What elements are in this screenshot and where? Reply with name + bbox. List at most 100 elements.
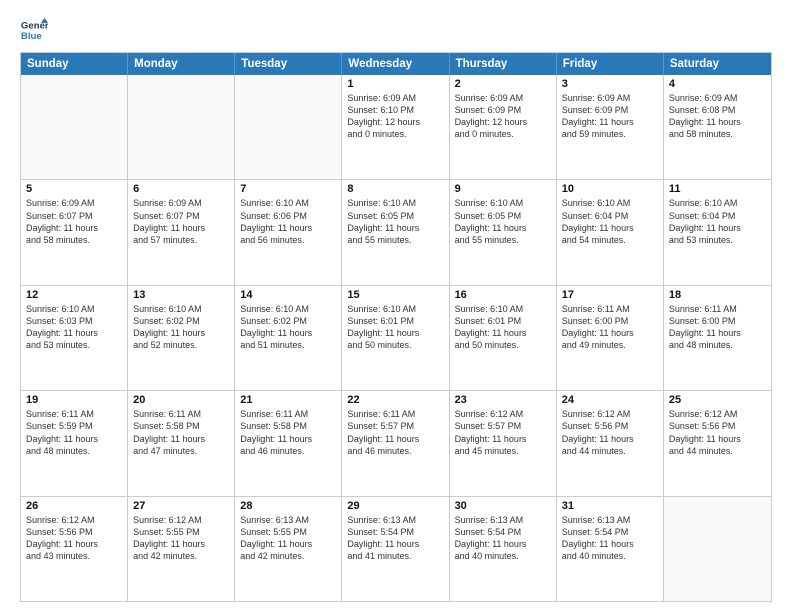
day-number: 4 bbox=[669, 78, 766, 90]
calendar-row: 1Sunrise: 6:09 AMSunset: 6:10 PMDaylight… bbox=[21, 75, 771, 179]
weekday-header: Sunday bbox=[21, 53, 128, 75]
weekday-header: Saturday bbox=[664, 53, 771, 75]
calendar-cell: 9Sunrise: 6:10 AMSunset: 6:05 PMDaylight… bbox=[450, 180, 557, 284]
cell-info-line: Sunset: 5:58 PM bbox=[133, 420, 229, 432]
header: General Blue bbox=[20, 16, 772, 44]
cell-info-line: Sunset: 6:01 PM bbox=[455, 315, 551, 327]
cell-info-line: and 49 minutes. bbox=[562, 339, 658, 351]
cell-info-line: Daylight: 11 hours bbox=[562, 116, 658, 128]
cell-info-line: Sunrise: 6:12 AM bbox=[26, 514, 122, 526]
calendar-cell: 11Sunrise: 6:10 AMSunset: 6:04 PMDayligh… bbox=[664, 180, 771, 284]
cell-info-line: and 45 minutes. bbox=[455, 445, 551, 457]
calendar-cell: 16Sunrise: 6:10 AMSunset: 6:01 PMDayligh… bbox=[450, 286, 557, 390]
calendar-cell: 30Sunrise: 6:13 AMSunset: 5:54 PMDayligh… bbox=[450, 497, 557, 601]
cell-info-line: Sunset: 5:56 PM bbox=[26, 526, 122, 538]
cell-info-line: and 0 minutes. bbox=[455, 128, 551, 140]
calendar-cell: 13Sunrise: 6:10 AMSunset: 6:02 PMDayligh… bbox=[128, 286, 235, 390]
page: General Blue SundayMondayTuesdayWednesda… bbox=[0, 0, 792, 612]
cell-info-line: Sunrise: 6:10 AM bbox=[562, 197, 658, 209]
cell-info-line: Daylight: 11 hours bbox=[347, 327, 443, 339]
cell-info-line: and 59 minutes. bbox=[562, 128, 658, 140]
cell-info-line: Sunrise: 6:10 AM bbox=[669, 197, 766, 209]
calendar-cell: 27Sunrise: 6:12 AMSunset: 5:55 PMDayligh… bbox=[128, 497, 235, 601]
calendar-cell: 2Sunrise: 6:09 AMSunset: 6:09 PMDaylight… bbox=[450, 75, 557, 179]
cell-info-line: Sunrise: 6:13 AM bbox=[455, 514, 551, 526]
calendar-cell: 10Sunrise: 6:10 AMSunset: 6:04 PMDayligh… bbox=[557, 180, 664, 284]
cell-info-line: Sunrise: 6:11 AM bbox=[26, 408, 122, 420]
day-number: 27 bbox=[133, 500, 229, 512]
weekday-header: Monday bbox=[128, 53, 235, 75]
cell-info-line: Sunset: 5:54 PM bbox=[562, 526, 658, 538]
day-number: 12 bbox=[26, 289, 122, 301]
cell-info-line: Daylight: 11 hours bbox=[133, 222, 229, 234]
cell-info-line: Sunrise: 6:10 AM bbox=[347, 197, 443, 209]
cell-info-line: and 58 minutes. bbox=[26, 234, 122, 246]
day-number: 17 bbox=[562, 289, 658, 301]
cell-info-line: and 57 minutes. bbox=[133, 234, 229, 246]
cell-info-line: Sunset: 6:03 PM bbox=[26, 315, 122, 327]
cell-info-line: Sunrise: 6:13 AM bbox=[562, 514, 658, 526]
weekday-header: Thursday bbox=[450, 53, 557, 75]
calendar-cell: 29Sunrise: 6:13 AMSunset: 5:54 PMDayligh… bbox=[342, 497, 449, 601]
cell-info-line: and 47 minutes. bbox=[133, 445, 229, 457]
cell-info-line: and 55 minutes. bbox=[347, 234, 443, 246]
cell-info-line: Daylight: 11 hours bbox=[562, 222, 658, 234]
calendar-cell: 23Sunrise: 6:12 AMSunset: 5:57 PMDayligh… bbox=[450, 391, 557, 495]
calendar-cell bbox=[664, 497, 771, 601]
calendar-cell: 4Sunrise: 6:09 AMSunset: 6:08 PMDaylight… bbox=[664, 75, 771, 179]
cell-info-line: Daylight: 11 hours bbox=[347, 222, 443, 234]
calendar-header: SundayMondayTuesdayWednesdayThursdayFrid… bbox=[21, 53, 771, 75]
calendar-cell bbox=[235, 75, 342, 179]
cell-info-line: Sunset: 6:00 PM bbox=[562, 315, 658, 327]
day-number: 28 bbox=[240, 500, 336, 512]
calendar-cell: 3Sunrise: 6:09 AMSunset: 6:09 PMDaylight… bbox=[557, 75, 664, 179]
cell-info-line: Sunrise: 6:11 AM bbox=[347, 408, 443, 420]
cell-info-line: and 46 minutes. bbox=[240, 445, 336, 457]
cell-info-line: and 44 minutes. bbox=[562, 445, 658, 457]
cell-info-line: and 44 minutes. bbox=[669, 445, 766, 457]
day-number: 30 bbox=[455, 500, 551, 512]
day-number: 11 bbox=[669, 183, 766, 195]
calendar-cell: 15Sunrise: 6:10 AMSunset: 6:01 PMDayligh… bbox=[342, 286, 449, 390]
day-number: 19 bbox=[26, 394, 122, 406]
cell-info-line: Daylight: 11 hours bbox=[133, 433, 229, 445]
cell-info-line: Sunrise: 6:11 AM bbox=[240, 408, 336, 420]
calendar-row: 26Sunrise: 6:12 AMSunset: 5:56 PMDayligh… bbox=[21, 496, 771, 601]
cell-info-line: Sunset: 6:05 PM bbox=[455, 210, 551, 222]
cell-info-line: and 50 minutes. bbox=[455, 339, 551, 351]
weekday-header: Wednesday bbox=[342, 53, 449, 75]
cell-info-line: Daylight: 11 hours bbox=[26, 538, 122, 550]
cell-info-line: Sunset: 6:09 PM bbox=[455, 104, 551, 116]
calendar-row: 5Sunrise: 6:09 AMSunset: 6:07 PMDaylight… bbox=[21, 179, 771, 284]
cell-info-line: Sunset: 6:10 PM bbox=[347, 104, 443, 116]
day-number: 24 bbox=[562, 394, 658, 406]
cell-info-line: Sunset: 6:04 PM bbox=[562, 210, 658, 222]
cell-info-line: Daylight: 11 hours bbox=[669, 433, 766, 445]
cell-info-line: Sunset: 6:08 PM bbox=[669, 104, 766, 116]
cell-info-line: Sunrise: 6:12 AM bbox=[562, 408, 658, 420]
calendar-cell: 31Sunrise: 6:13 AMSunset: 5:54 PMDayligh… bbox=[557, 497, 664, 601]
cell-info-line: Daylight: 11 hours bbox=[669, 222, 766, 234]
cell-info-line: Daylight: 11 hours bbox=[562, 327, 658, 339]
calendar-cell: 5Sunrise: 6:09 AMSunset: 6:07 PMDaylight… bbox=[21, 180, 128, 284]
day-number: 20 bbox=[133, 394, 229, 406]
cell-info-line: and 52 minutes. bbox=[133, 339, 229, 351]
cell-info-line: Sunrise: 6:10 AM bbox=[133, 303, 229, 315]
calendar-row: 19Sunrise: 6:11 AMSunset: 5:59 PMDayligh… bbox=[21, 390, 771, 495]
day-number: 3 bbox=[562, 78, 658, 90]
day-number: 13 bbox=[133, 289, 229, 301]
cell-info-line: Daylight: 11 hours bbox=[26, 327, 122, 339]
cell-info-line: Sunrise: 6:10 AM bbox=[26, 303, 122, 315]
day-number: 14 bbox=[240, 289, 336, 301]
cell-info-line: and 53 minutes. bbox=[26, 339, 122, 351]
cell-info-line: Sunrise: 6:10 AM bbox=[240, 303, 336, 315]
cell-info-line: Sunrise: 6:12 AM bbox=[455, 408, 551, 420]
cell-info-line: and 53 minutes. bbox=[669, 234, 766, 246]
cell-info-line: Daylight: 11 hours bbox=[240, 433, 336, 445]
calendar-cell: 8Sunrise: 6:10 AMSunset: 6:05 PMDaylight… bbox=[342, 180, 449, 284]
day-number: 18 bbox=[669, 289, 766, 301]
day-number: 8 bbox=[347, 183, 443, 195]
calendar-cell: 20Sunrise: 6:11 AMSunset: 5:58 PMDayligh… bbox=[128, 391, 235, 495]
cell-info-line: and 50 minutes. bbox=[347, 339, 443, 351]
cell-info-line: Daylight: 11 hours bbox=[455, 327, 551, 339]
